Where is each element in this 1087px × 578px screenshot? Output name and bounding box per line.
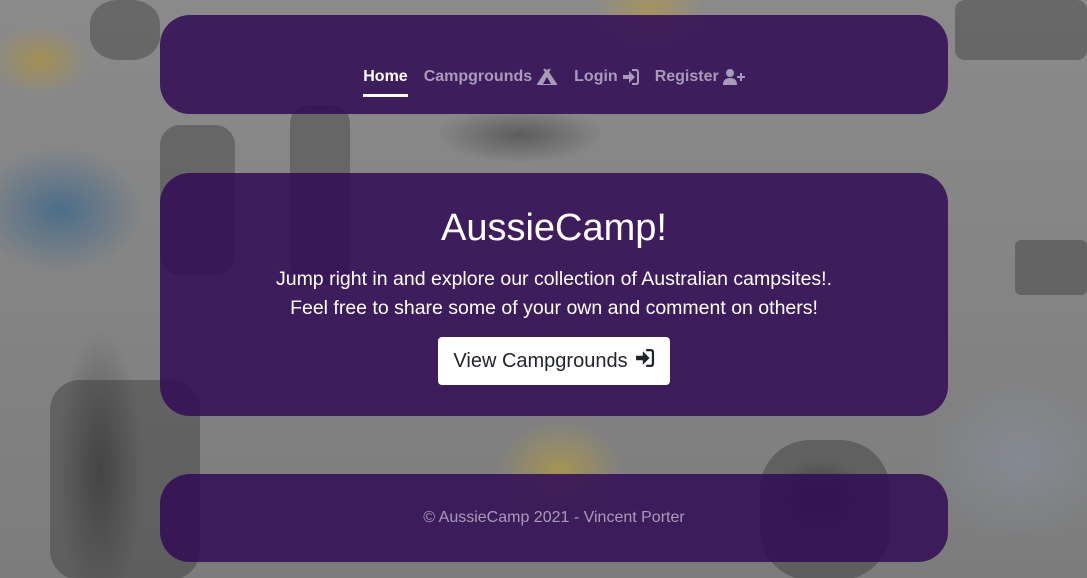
hero-panel: AussieCamp! Jump right in and explore ou… <box>160 173 948 416</box>
nav-item-login[interactable]: Login <box>574 68 639 88</box>
hero-lead-line-1: Jump right in and explore our collection… <box>275 268 833 290</box>
navbar: Home Campgrounds Login Register <box>160 15 948 114</box>
nav-item-register[interactable]: Register <box>655 68 745 88</box>
hero-lead-line-2: Feel free to share some of your own and … <box>290 297 818 319</box>
nav-links: Home Campgrounds Login Register <box>160 68 948 97</box>
sign-in-icon <box>622 69 639 85</box>
campground-icon <box>536 68 558 86</box>
sign-in-icon <box>634 349 655 373</box>
hero-lead: Jump right in and explore our collection… <box>160 265 948 323</box>
button-label: View Campgrounds <box>453 349 628 372</box>
view-campgrounds-button[interactable]: View Campgrounds <box>438 337 670 385</box>
footer-copyright: © AussieCamp 2021 - Vincent Porter <box>423 509 685 526</box>
footer: © AussieCamp 2021 - Vincent Porter <box>160 474 948 562</box>
user-plus-icon <box>722 69 745 85</box>
nav-item-label: Register <box>654 68 719 85</box>
nav-item-campgrounds[interactable]: Campgrounds <box>424 68 558 88</box>
nav-item-label: Login <box>574 68 618 85</box>
hero-title: AussieCamp! <box>441 207 667 249</box>
nav-item-label: Home <box>363 68 408 85</box>
nav-item-label: Campgrounds <box>423 68 533 85</box>
nav-item-home[interactable]: Home <box>363 68 409 97</box>
